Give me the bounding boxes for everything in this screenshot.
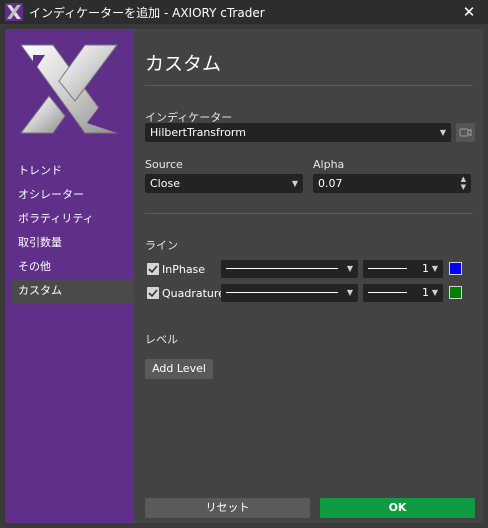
sidebar-item-oscillator[interactable]: オシレーター — [5, 183, 134, 207]
sidebar-item-volatility[interactable]: ボラティリティ — [5, 207, 134, 231]
chevron-down-icon: ▼ — [439, 128, 446, 137]
indicator-select[interactable]: HilbertTransfrorm ▼ — [145, 123, 451, 142]
category-sidebar: トレンド オシレーター ボラティリティ 取引数量 その他 カスタム — [5, 29, 134, 523]
stepper-icon[interactable]: ▲ ▼ — [461, 175, 466, 191]
window-title: インディケーターを追加 - AXIORY cTrader — [29, 5, 265, 20]
lines-label: ライン — [145, 239, 178, 252]
main-panel: カスタム インディケーター HilbertTransfrorm ▼ Source… — [134, 29, 483, 523]
sidebar-item-custom[interactable]: カスタム — [12, 279, 134, 303]
quadrature-line-width-select[interactable]: 1 ▼ — [363, 284, 443, 302]
reset-button[interactable]: リセット — [145, 498, 310, 518]
quadrature-label: Quadrature — [162, 287, 225, 300]
sidebar-item-trend[interactable]: トレンド — [5, 159, 134, 183]
title-bar: インディケーターを追加 - AXIORY cTrader ✕ — [0, 0, 488, 24]
alpha-input[interactable]: 0.07 ▲ ▼ — [313, 174, 471, 193]
page-title: カスタム — [145, 53, 222, 75]
add-level-button[interactable]: Add Level — [145, 359, 213, 379]
source-value: Close — [150, 177, 180, 190]
inphase-label: InPhase — [162, 263, 206, 276]
inphase-color-swatch[interactable] — [449, 262, 462, 275]
indicator-value: HilbertTransfrorm — [150, 126, 246, 139]
quadrature-line-style-select[interactable]: ▼ — [221, 284, 358, 302]
close-icon[interactable]: ✕ — [460, 3, 478, 21]
app-logo-icon — [5, 3, 23, 21]
sidebar-item-other[interactable]: その他 — [5, 255, 134, 279]
chevron-down-icon: ▼ — [346, 288, 353, 297]
alpha-label: Alpha — [313, 158, 345, 171]
video-camera-icon — [459, 128, 472, 137]
inphase-line-style-select[interactable]: ▼ — [221, 260, 358, 278]
sidebar-item-volume[interactable]: 取引数量 — [5, 231, 134, 255]
brand-logo — [15, 39, 123, 139]
divider — [145, 213, 473, 214]
dialog-body: トレンド オシレーター ボラティリティ 取引数量 その他 カスタム カスタム イ… — [0, 24, 488, 528]
inphase-line-width-select[interactable]: 1 ▼ — [363, 260, 443, 278]
levels-label: レベル — [145, 333, 178, 346]
chevron-down-icon: ▼ — [291, 179, 298, 188]
alpha-value: 0.07 — [318, 177, 343, 190]
line-width-value: 1 — [422, 262, 429, 275]
chevron-down-icon: ▼ — [431, 264, 438, 273]
line-width-preview — [368, 268, 407, 269]
quadrature-color-swatch[interactable] — [449, 286, 462, 299]
source-select[interactable]: Close ▼ — [145, 174, 303, 193]
line-width-preview — [368, 292, 407, 293]
line-style-preview — [226, 268, 338, 269]
category-nav: トレンド オシレーター ボラティリティ 取引数量 その他 カスタム — [5, 159, 134, 303]
ok-button[interactable]: OK — [320, 498, 475, 518]
source-label: Source — [145, 158, 183, 171]
divider — [145, 85, 473, 86]
preview-button[interactable] — [456, 123, 475, 142]
quadrature-checkbox[interactable] — [147, 287, 159, 299]
inphase-checkbox[interactable] — [147, 263, 159, 275]
chevron-down-icon: ▼ — [346, 264, 353, 273]
line-style-preview — [226, 292, 338, 293]
line-width-value: 1 — [422, 286, 429, 299]
check-icon — [148, 265, 158, 274]
chevron-down-icon: ▼ — [431, 288, 438, 297]
check-icon — [148, 289, 158, 298]
